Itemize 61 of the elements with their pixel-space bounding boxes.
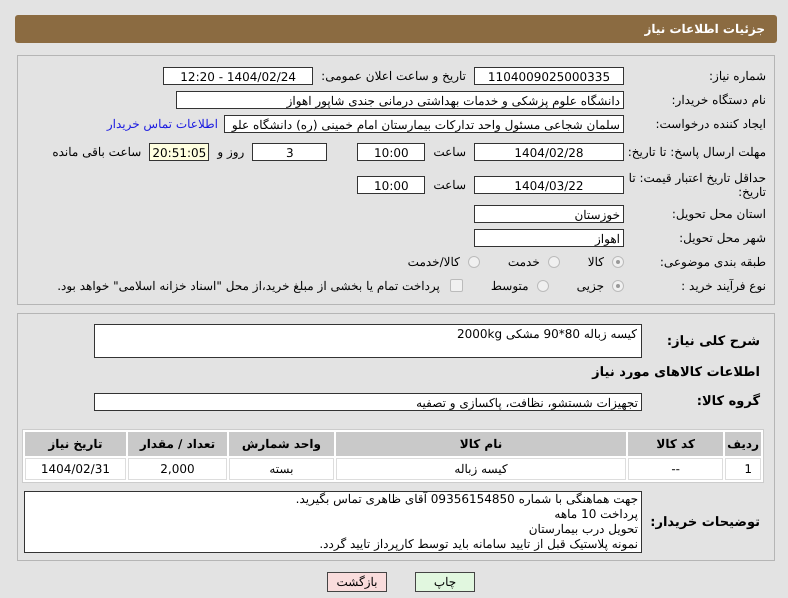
need-number-field: 1104009025000335 bbox=[474, 66, 624, 84]
section-heading: اطلاعات کالاهای مورد نیاز bbox=[590, 364, 761, 382]
province-field: خوزستان bbox=[474, 204, 624, 222]
radio-label: خدمت bbox=[508, 254, 540, 268]
column-header: تاریخ نیاز bbox=[25, 432, 126, 456]
days-field: 3 bbox=[252, 143, 328, 161]
goods-group-field: تجهیزات شستشو، نظافت، پاکسازی و تصفیه bbox=[94, 392, 642, 410]
field-label: شهر محل تحویل: bbox=[678, 230, 766, 244]
table-cell: -- bbox=[628, 458, 724, 480]
column-header: ردیف bbox=[725, 432, 761, 456]
city-field: اهواز bbox=[474, 228, 624, 246]
field-label: ساعت bbox=[433, 178, 466, 192]
column-header: کد کالا bbox=[628, 432, 724, 456]
field-label: توضیحات خریدار: bbox=[649, 514, 761, 530]
table-cell: کیسه زباله bbox=[336, 458, 626, 480]
field-label: روز و bbox=[217, 145, 244, 159]
radio-button[interactable] bbox=[536, 280, 549, 292]
checkbox-label: پرداخت تمام یا بخشی از مبلغ خرید،از محل "اسناد خزانه اسلامی" خواهد بود. bbox=[57, 278, 440, 292]
deadline-time-field: 10:00 bbox=[357, 143, 426, 161]
field-label: گروه کالا: bbox=[696, 394, 761, 409]
field-label: نوع فرآیند خرید : bbox=[680, 278, 766, 292]
field-label: ایجاد کننده درخواست: bbox=[654, 116, 766, 130]
print-button[interactable]: چاپ bbox=[415, 572, 475, 592]
announce-date-field: 1404/02/24 - 12:20 bbox=[163, 66, 314, 84]
field-label: استان محل تحویل: bbox=[670, 206, 766, 220]
description-field: کیسه زباله 80*90 مشکی 2000kg bbox=[94, 324, 642, 358]
radio-button[interactable] bbox=[612, 256, 624, 268]
radio-button[interactable] bbox=[548, 256, 560, 268]
radio-button[interactable] bbox=[468, 256, 480, 268]
checkbox[interactable] bbox=[450, 279, 463, 292]
radio-label: جزیی bbox=[576, 278, 604, 292]
field-label: نام دستگاه خریدار: bbox=[670, 92, 766, 106]
column-header: نام کالا bbox=[336, 432, 626, 456]
buyer-contact-link[interactable]: اطلاعات تماس خریدار bbox=[106, 116, 218, 130]
table-cell: 1 bbox=[725, 458, 761, 480]
field-label: ساعت bbox=[433, 145, 466, 159]
validity-date-field: 1404/03/22 bbox=[474, 176, 624, 194]
radio-label: کالا bbox=[588, 254, 604, 268]
validity-time-field: 10:00 bbox=[357, 176, 426, 194]
column-header: تعداد / مقدار bbox=[128, 432, 228, 456]
field-label: حداقل تاریخ اعتبار قیمت: تا تاریخ: bbox=[628, 171, 766, 199]
field-label: طبقه بندی موضوعی: bbox=[658, 254, 766, 268]
table-cell: 1404/02/31 bbox=[25, 458, 126, 480]
page-title: جزئیات اطلاعات نیاز bbox=[644, 22, 765, 36]
buyer-notes-field: جهت هماهنگی با شماره 09356154850 آقای ظاهری تماس بگیرید. پرداخت 10 ماهه تحویل درب بیمارستان نمونه پلاستیک قبل از تایید سامانه باید توسط کارپرداز تایید گردد. bbox=[24, 491, 642, 553]
field-label: مهلت ارسال پاسخ: تا تاریخ: bbox=[626, 145, 766, 159]
field-label: شماره نیاز: bbox=[708, 68, 766, 82]
remaining-time-field: 20:51:05 bbox=[149, 143, 210, 161]
deadline-date-field: 1404/02/28 bbox=[474, 143, 624, 161]
field-label: ساعت باقی مانده bbox=[52, 145, 142, 159]
buyer-org-field: دانشگاه علوم پزشکی و خدمات بهداشتی درمانی جندی شاپور اهواز bbox=[176, 90, 624, 108]
table-cell: بسته bbox=[229, 458, 334, 480]
radio-label: کالا/خدمت bbox=[408, 254, 460, 268]
radio-label: متوسط bbox=[490, 278, 529, 292]
requester-field: سلمان شجاعی مسئول واحد تدارکات بیمارستان امام خمینی (ره) دانشگاه علو bbox=[224, 114, 624, 132]
radio-button[interactable] bbox=[612, 280, 624, 292]
back-button[interactable]: بازگشت bbox=[327, 572, 387, 592]
column-header: واحد شمارش bbox=[229, 432, 334, 456]
table-cell: 2,000 bbox=[128, 458, 228, 480]
field-label: تاریخ و ساعت اعلان عمومی: bbox=[321, 68, 466, 82]
field-label: شرح کلی نیاز: bbox=[666, 334, 761, 348]
